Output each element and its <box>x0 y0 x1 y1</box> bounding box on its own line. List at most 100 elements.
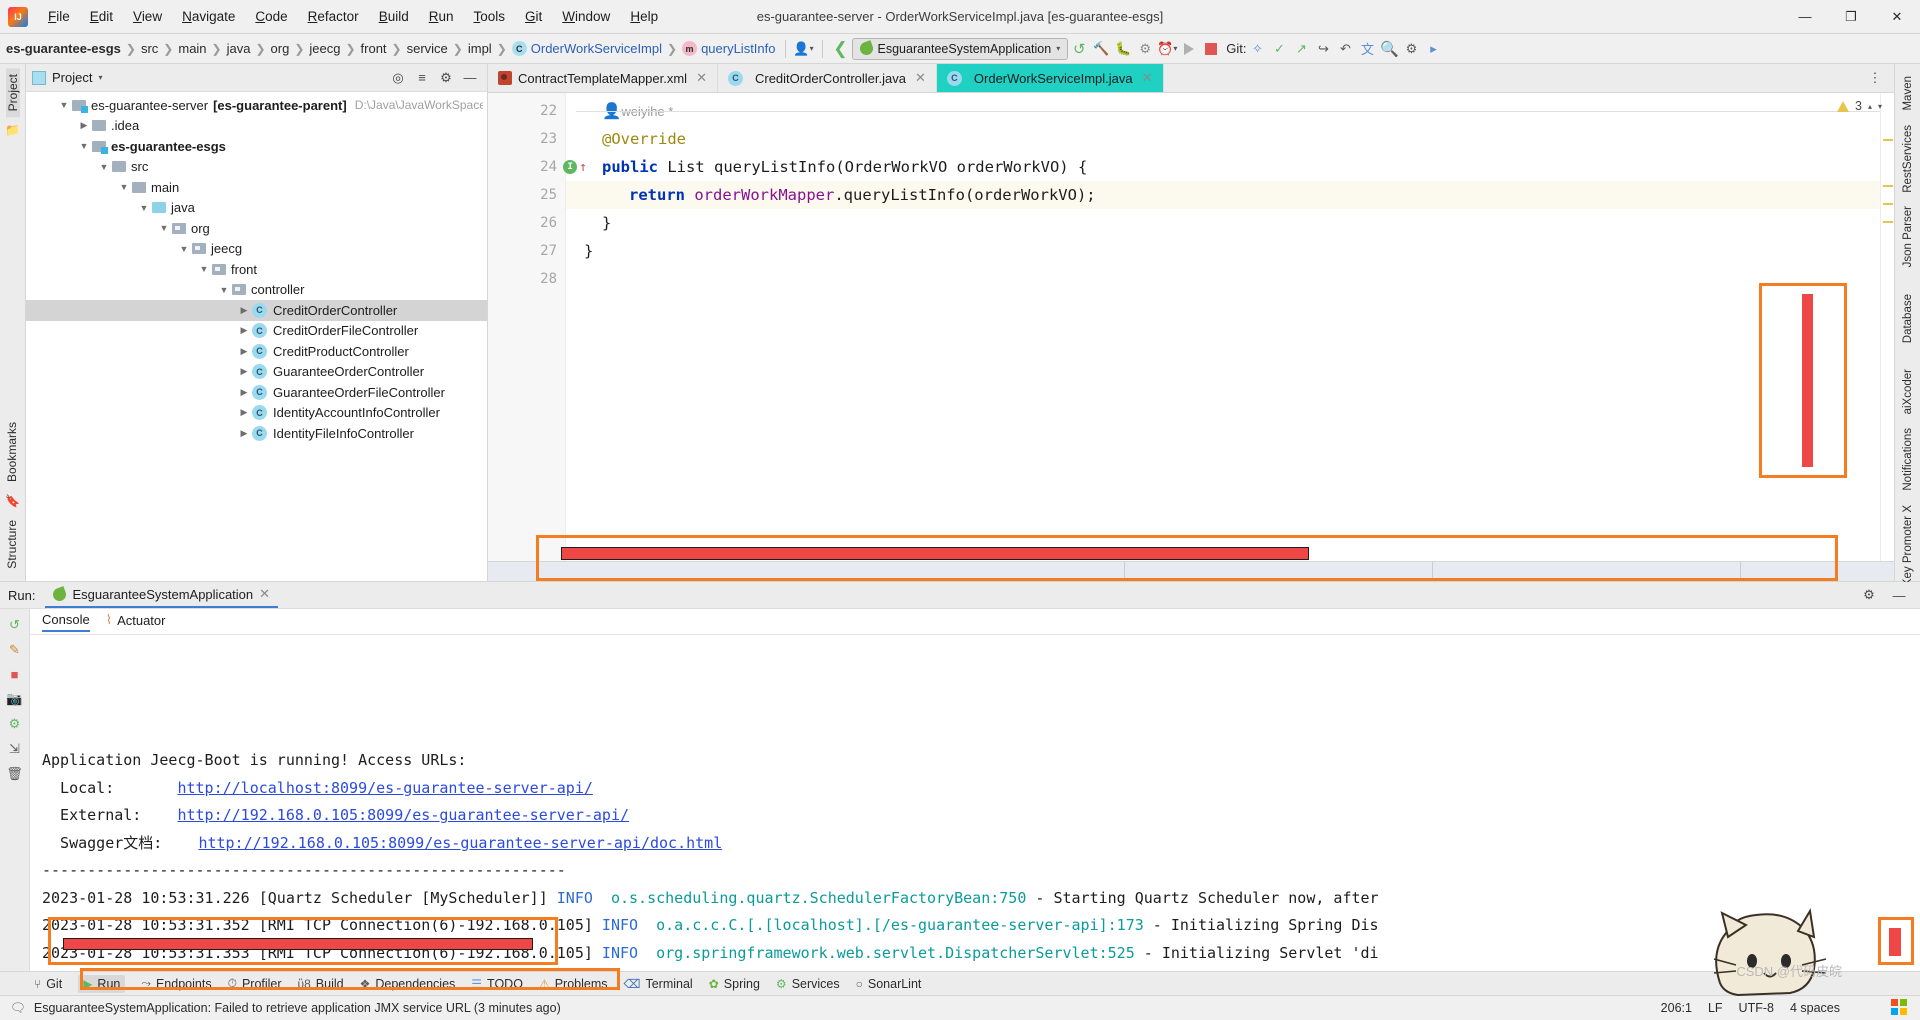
tool-window-button-services[interactable]: ⚙ Services <box>776 977 840 991</box>
stop-button[interactable] <box>1200 38 1222 60</box>
tree-node[interactable]: ▶ C GuaranteeOrderController <box>26 362 487 383</box>
close-tab-icon[interactable]: ✕ <box>696 70 707 86</box>
breadcrumb-method[interactable]: m queryListInfo <box>680 41 777 56</box>
tree-node[interactable]: ▼ front <box>26 259 487 280</box>
console-tab-console[interactable]: Console <box>42 612 90 632</box>
close-button[interactable]: ✕ <box>1874 0 1920 33</box>
trash-icon[interactable]: 🗑 <box>6 766 23 782</box>
console-link[interactable]: http://localhost:8099/es-guarantee-serve… <box>177 779 592 797</box>
rail-button-json-parser[interactable]: Json Parser <box>1902 200 1914 273</box>
console-link[interactable]: http://192.168.0.105:8099/es-guarantee-s… <box>198 834 722 852</box>
file-encoding[interactable]: UTF-8 <box>1739 1001 1774 1015</box>
code-content[interactable]: 👤weiyihe * @Override ▽public List queryLis… <box>566 93 1894 581</box>
chevron-right-icon[interactable]: ▶ <box>236 305 252 316</box>
indent-setting[interactable]: 4 spaces <box>1790 1001 1840 1015</box>
tree-node[interactable]: ▼ es-guarantee-server [es-guarantee-parent… <box>26 95 487 116</box>
back-arrow-icon[interactable]: ❮ <box>830 38 852 60</box>
chevron-down-icon[interactable]: ▼ <box>196 264 212 274</box>
chevron-right-icon[interactable]: ▶ <box>236 346 252 357</box>
tool-window-button-terminal[interactable]: ⌫ Terminal <box>624 977 693 991</box>
run-settings-gear-icon[interactable]: ⚙ <box>1858 584 1880 606</box>
tree-node[interactable]: ▼ main <box>26 177 487 198</box>
build-hammer-icon[interactable]: 🔨 <box>1090 38 1112 60</box>
git-history-icon[interactable]: ↪ <box>1312 38 1334 60</box>
menu-file[interactable]: File <box>38 5 80 28</box>
tree-node[interactable]: ▶ C IdentityFileInfoController <box>26 423 487 444</box>
locate-file-icon[interactable]: ◎ <box>387 67 409 89</box>
menu-edit[interactable]: Edit <box>80 5 123 28</box>
chevron-right-icon[interactable]: ▶ <box>236 366 252 377</box>
menu-build[interactable]: Build <box>369 5 419 28</box>
close-tab-icon[interactable]: ✕ <box>915 70 926 86</box>
breadcrumb-impl[interactable]: impl <box>466 41 494 56</box>
rail-button-notifications[interactable]: Notifications <box>1902 422 1914 497</box>
rail-button-aixcoder[interactable]: aiXcoder <box>1902 363 1914 420</box>
run-configuration-selector[interactable]: EsguaranteeSystemApplication ▾ <box>851 37 1069 60</box>
gutter-line[interactable]: 26 <box>488 209 565 237</box>
chevron-down-icon[interactable]: ▼ <box>56 100 72 110</box>
close-icon[interactable]: ✕ <box>259 586 270 602</box>
gutter-line[interactable]: 28 <box>488 265 565 293</box>
chevron-right-icon[interactable]: ▶ <box>236 387 252 398</box>
rerun-icon[interactable]: ↺ <box>9 617 20 633</box>
gutter-line[interactable]: 23 <box>488 125 565 153</box>
tree-node[interactable]: ▶ C CreditOrderController <box>26 300 487 321</box>
bookmark-icon[interactable]: 🔖 <box>5 494 20 508</box>
stop-icon[interactable]: ■ <box>11 667 19 682</box>
code-line[interactable]: @Override <box>566 125 1894 153</box>
folder-icon[interactable]: 📁 <box>5 123 20 137</box>
tree-node[interactable]: ▼ src <box>26 157 487 178</box>
breadcrumb-class[interactable]: C OrderWorkServiceImpl <box>510 41 664 56</box>
editor-tab[interactable]: ContractTemplateMapper.xml ✕ <box>488 64 718 92</box>
status-bar-message[interactable]: EsguaranteeSystemApplication: Failed to … <box>34 1001 561 1015</box>
maximize-button[interactable]: ❐ <box>1828 0 1874 33</box>
editor-tab-overflow[interactable]: ⋮ <box>1856 64 1894 92</box>
menu-refactor[interactable]: Refactor <box>298 5 369 28</box>
tree-node[interactable]: ▶ C CreditProductController <box>26 341 487 362</box>
settings-gear-icon[interactable]: ⚙ <box>1400 38 1422 60</box>
rail-button-database[interactable]: Database <box>1902 288 1914 349</box>
chevron-right-icon[interactable]: ▶ <box>236 407 252 418</box>
breadcrumb-java[interactable]: java <box>225 41 253 56</box>
rerun-icon[interactable]: ↺ <box>1068 38 1090 60</box>
code-line[interactable]: ▽public List queryListInfo(OrderWorkVO o… <box>566 153 1894 181</box>
chevron-down-icon[interactable]: ▼ <box>156 223 172 233</box>
chevron-right-icon[interactable]: ▶ <box>236 428 252 439</box>
git-update-icon[interactable]: ✧ <box>1246 38 1268 60</box>
rail-button-key-promoter-x[interactable]: Key Promoter X <box>1902 499 1914 592</box>
debug-icon[interactable]: 🐛 <box>1112 38 1134 60</box>
console-output[interactable]: Application Jeecg-Boot is running! Acces… <box>30 635 1920 971</box>
rail-button-project[interactable]: Project <box>5 68 20 118</box>
edit-pencil-icon[interactable]: ✎ <box>9 642 20 658</box>
close-tab-icon[interactable]: ✕ <box>1142 70 1153 86</box>
vertical-scrollbar-thumb[interactable] <box>1802 294 1813 467</box>
breadcrumb-org[interactable]: org <box>269 41 292 56</box>
tool-window-button-git[interactable]: ⑂ Git <box>34 977 62 991</box>
gutter-line[interactable]: 25 <box>488 181 565 209</box>
rail-button-structure[interactable]: Structure <box>5 514 19 575</box>
code-line[interactable]: 👤 weiyihe * <box>566 97 1894 125</box>
hide-panel-icon[interactable]: — <box>459 67 481 89</box>
menu-git[interactable]: Git <box>515 5 552 28</box>
editor-tab[interactable]: C OrderWorkServiceImpl.java ✕ <box>936 64 1164 92</box>
chevron-down-icon[interactable]: ▾ <box>1878 102 1882 111</box>
thread-dump-icon[interactable]: ⚙ <box>9 716 21 732</box>
code-editor[interactable]: 22 23 24I↑ 25 26 27 28 👤weiyihe * @Override ▽pub… <box>488 93 1894 581</box>
menu-navigate[interactable]: Navigate <box>172 5 245 28</box>
chevron-down-icon[interactable]: ▼ <box>176 244 192 254</box>
chevron-up-icon[interactable]: ▴ <box>1868 102 1872 111</box>
chevron-down-icon[interactable]: ▼ <box>216 285 232 295</box>
rail-button-restservices[interactable]: RestServices <box>1902 119 1914 199</box>
code-line[interactable]: return orderWorkMapper.queryListInfo(ord… <box>566 181 1894 209</box>
chevron-right-icon[interactable]: ▶ <box>76 120 92 131</box>
breadcrumb-front[interactable]: front <box>359 41 389 56</box>
editor-tab[interactable]: C CreditOrderController.java ✕ <box>718 64 937 92</box>
tree-node[interactable]: ▼ controller <box>26 280 487 301</box>
rail-button-maven[interactable]: Maven <box>1902 70 1914 117</box>
breadcrumb-jeecg[interactable]: jeecg <box>307 41 342 56</box>
tree-node[interactable]: ▶ C GuaranteeOrderFileController <box>26 382 487 403</box>
camera-icon[interactable]: 📷 <box>6 691 22 707</box>
breadcrumb-src[interactable]: src <box>139 41 160 56</box>
menu-window[interactable]: Window <box>552 5 620 28</box>
console-horizontal-scrollbar-thumb[interactable] <box>63 938 533 950</box>
